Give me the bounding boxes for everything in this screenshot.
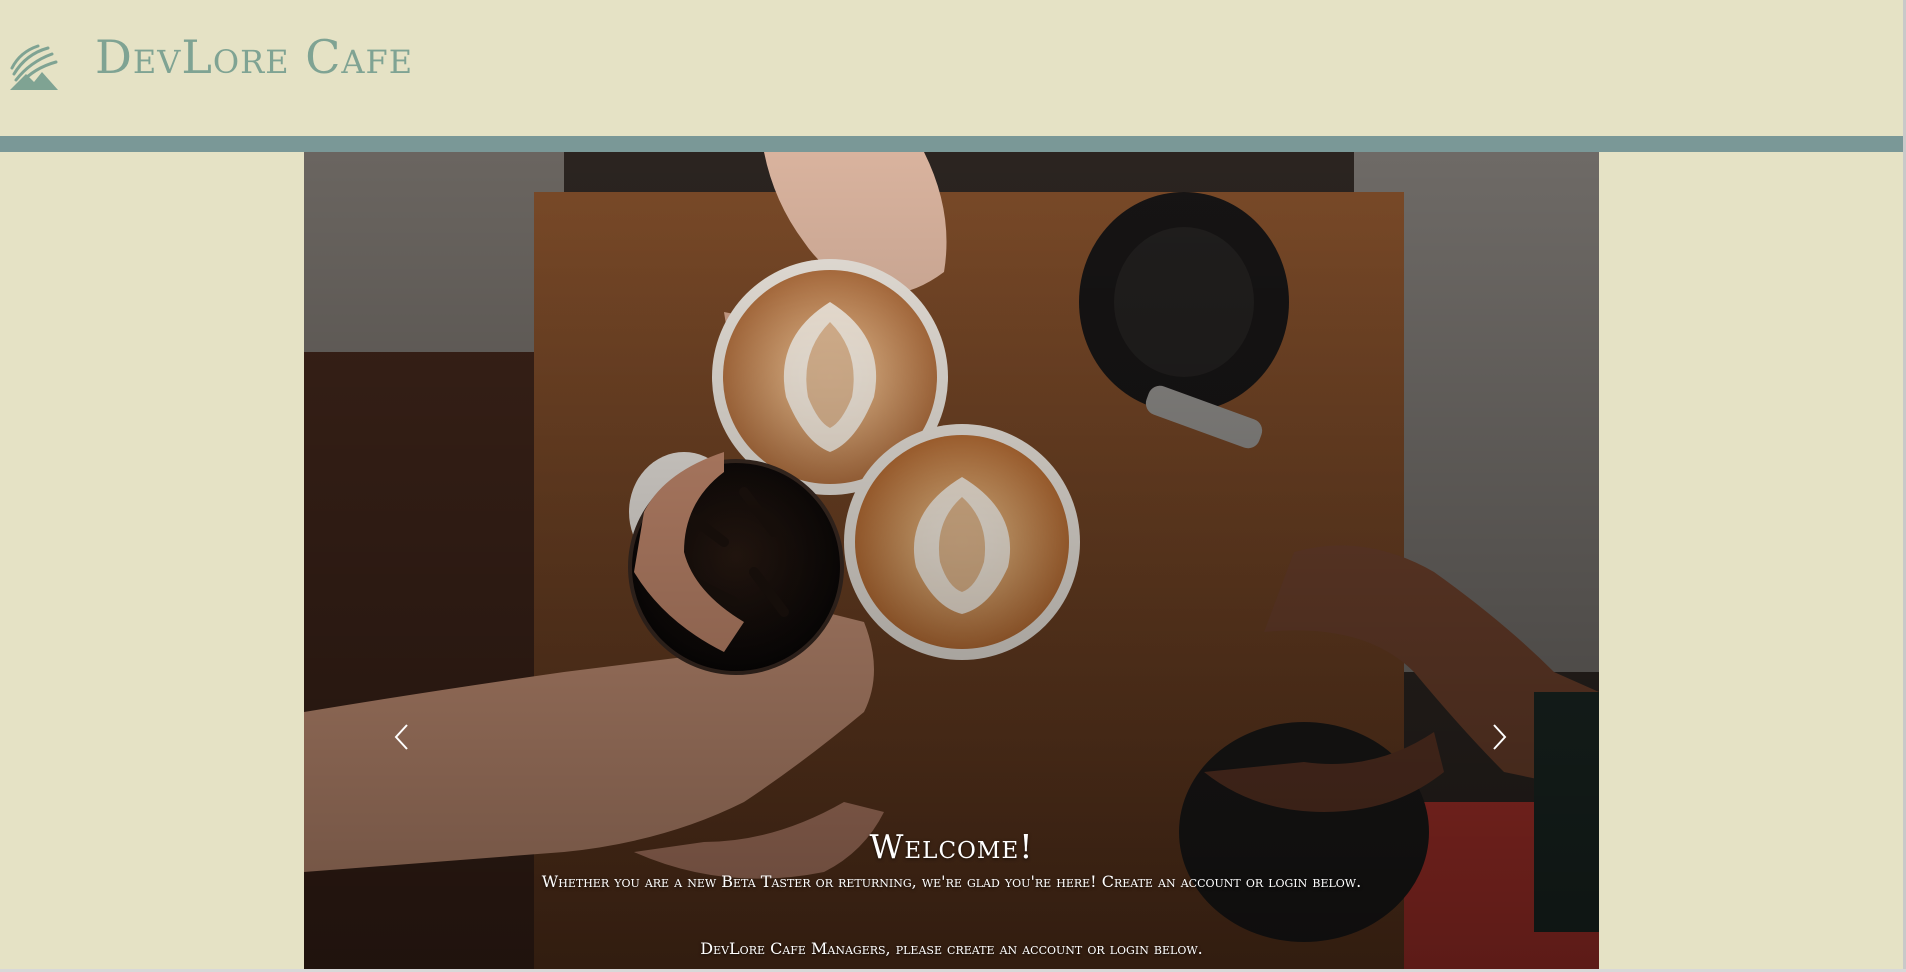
brand-name[interactable]: DevLore Cafe	[95, 34, 413, 80]
chevron-right-icon[interactable]	[1484, 717, 1514, 757]
leaf-mountain-logo-icon[interactable]	[8, 44, 60, 92]
header-divider	[0, 136, 1903, 152]
coffee-cups-toast-photo	[304, 152, 1599, 969]
chevron-left-icon[interactable]	[387, 717, 417, 757]
hero-slideshow[interactable]: Welcome! Whether you are a new Beta Tast…	[304, 152, 1599, 969]
site-header: DevLore Cafe	[0, 0, 1903, 136]
